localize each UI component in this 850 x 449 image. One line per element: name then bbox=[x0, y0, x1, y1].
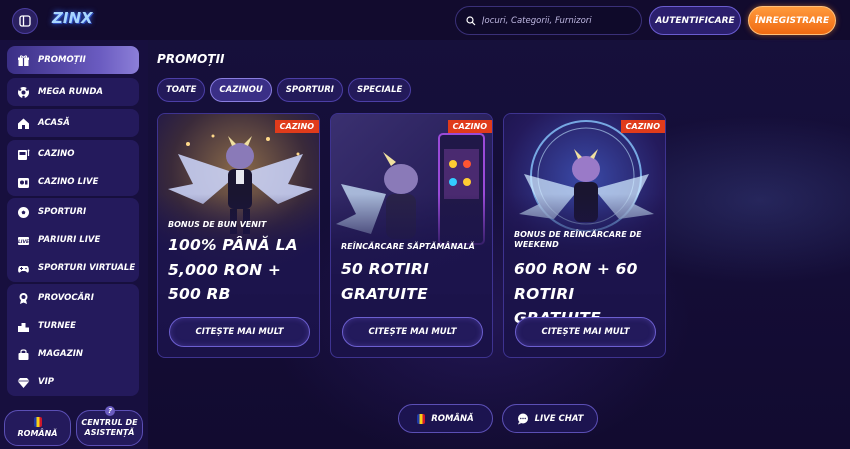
sidebar-toggle-icon bbox=[19, 15, 31, 27]
live-bet-icon: LIVE bbox=[17, 234, 30, 247]
gift-icon bbox=[17, 54, 30, 67]
login-button[interactable]: AUTENTIFICARE bbox=[649, 6, 741, 35]
sidebar-item-magazin[interactable]: MAGAZIN bbox=[7, 340, 139, 368]
card-offer-line: 50 ROTIRI bbox=[341, 260, 429, 278]
card-subtitle: BONUS DE BUN VENIT bbox=[168, 220, 267, 229]
promo-card-welcome[interactable]: CAZINO BONUS DE BUN VENIT 100% PÂNĂ LA 5… bbox=[157, 113, 320, 358]
podium-icon bbox=[17, 320, 30, 333]
sidebar-group-casino: CAZINO CAZINO LIVE bbox=[7, 140, 139, 196]
top-bar: ZINX AUTENTIFICARE ÎNREGISTRARE bbox=[0, 0, 850, 40]
sidebar-item-label: PARIURI LIVE bbox=[38, 235, 101, 245]
card-subtitle: REÎNCĂRCARE SĂPTĂMÂNALĂ bbox=[341, 242, 475, 251]
sidebar-toggle-button[interactable] bbox=[12, 8, 38, 34]
romania-flag-icon bbox=[33, 417, 42, 427]
help-center-button[interactable]: ? CENTRUL DE ASISTENȚĂ bbox=[76, 406, 143, 446]
sidebar-item-label: PROVOCĂRI bbox=[38, 293, 94, 303]
tab-speciale[interactable]: SPECIALE bbox=[347, 78, 412, 102]
sidebar-item-label: SPORTURI bbox=[38, 207, 87, 217]
read-more-button[interactable]: CITEȘTE MAI MULT bbox=[342, 317, 483, 347]
sidebar-item-label: CAZINO bbox=[38, 149, 75, 159]
sidebar-item-label: PROMOȚII bbox=[38, 55, 86, 65]
medal-icon bbox=[17, 292, 30, 305]
sidebar-group-promo: PROMOȚII bbox=[7, 46, 139, 74]
help-label-line1: CENTRUL DE bbox=[81, 418, 138, 427]
card-subtitle: BONUS DE REÎNCĂRCARE DE WEEKEND bbox=[514, 230, 642, 249]
chat-icon bbox=[517, 413, 528, 424]
sidebar-item-vip[interactable]: VIP bbox=[7, 368, 139, 396]
live-chat-button[interactable]: LIVE CHAT bbox=[502, 404, 598, 433]
help-label-line2: ASISTENȚĂ bbox=[84, 428, 135, 437]
sidebar-group-home: ACASĂ bbox=[7, 109, 139, 137]
category-badge: CAZINO bbox=[274, 120, 319, 133]
card-offer-line: 5,000 RON + bbox=[168, 260, 282, 279]
promo-card-weekly-reload[interactable]: CAZINO REÎNCĂRCARE SĂPTĂMÂNALĂ 50 ROTIRI… bbox=[330, 113, 493, 358]
tab-sporturi[interactable]: SPORTURI bbox=[276, 78, 343, 102]
sidebar-item-acasa[interactable]: ACASĂ bbox=[7, 109, 139, 137]
sidebar-item-provocari[interactable]: PROVOCĂRI bbox=[7, 284, 139, 312]
search-icon bbox=[466, 15, 476, 25]
slot-icon bbox=[17, 148, 30, 161]
sidebar-language-label: ROMÂNĂ bbox=[17, 429, 58, 438]
sidebar-item-turnee[interactable]: TURNEE bbox=[7, 312, 139, 340]
logo[interactable]: ZINX bbox=[52, 9, 98, 31]
help-badge: ? bbox=[105, 406, 115, 416]
language-button[interactable]: ROMÂNĂ bbox=[398, 404, 493, 433]
card-offer-line: 600 RON + 60 bbox=[514, 260, 638, 278]
category-badge: CAZINO bbox=[447, 120, 492, 133]
sidebar: PROMOȚII MEGA RUNDA ACASĂ CAZINO CAZINO … bbox=[0, 40, 148, 449]
search-input[interactable] bbox=[482, 15, 632, 26]
sidebar-group-extras: PROVOCĂRI TURNEE MAGAZIN VIP bbox=[7, 284, 139, 396]
card-offer: 100% PÂNĂ LA 5,000 RON + 500 RB bbox=[168, 233, 318, 307]
sidebar-item-sporturi-virtuale[interactable]: SPORTURI VIRTUALE bbox=[7, 254, 139, 282]
sidebar-item-sporturi[interactable]: SPORTURI bbox=[7, 198, 139, 226]
page-title: PROMOȚII bbox=[157, 52, 225, 66]
sidebar-group-mega: MEGA RUNDA bbox=[7, 78, 139, 106]
home-icon bbox=[17, 117, 30, 130]
tab-toate[interactable]: TOATE bbox=[157, 78, 206, 102]
live-casino-icon bbox=[17, 176, 30, 189]
sidebar-item-label: CAZINO LIVE bbox=[38, 177, 99, 187]
category-badge: CAZINO bbox=[620, 120, 665, 133]
sidebar-item-cazino-live[interactable]: CAZINO LIVE bbox=[7, 168, 139, 196]
sidebar-item-label: ACASĂ bbox=[38, 118, 70, 128]
search-bar[interactable] bbox=[455, 6, 642, 35]
card-offer-line: 100% PÂNĂ LA bbox=[168, 236, 298, 254]
shop-icon bbox=[17, 348, 30, 361]
live-chat-label: LIVE CHAT bbox=[534, 413, 584, 424]
read-more-button[interactable]: CITEȘTE MAI MULT bbox=[169, 317, 310, 347]
promo-tabs: TOATE CAZINOU SPORTURI SPECIALE bbox=[157, 78, 412, 102]
sidebar-item-promotii[interactable]: PROMOȚII bbox=[7, 46, 139, 74]
gamepad-icon bbox=[17, 262, 30, 275]
tab-cazinou[interactable]: CAZINOU bbox=[210, 78, 272, 102]
card-offer: 50 ROTIRI GRATUITE bbox=[341, 257, 491, 306]
sidebar-item-cazino[interactable]: CAZINO bbox=[7, 140, 139, 168]
sidebar-item-label: VIP bbox=[38, 377, 54, 387]
sidebar-item-label: SPORTURI VIRTUALE bbox=[38, 263, 136, 273]
card-offer-line: GRATUITE bbox=[341, 284, 428, 303]
romania-flag-icon bbox=[417, 413, 426, 424]
sidebar-item-mega-runda[interactable]: MEGA RUNDA bbox=[7, 78, 139, 106]
register-button[interactable]: ÎNREGISTRARE bbox=[748, 6, 836, 35]
sidebar-item-pariuri-live[interactable]: LIVE PARIURI LIVE bbox=[7, 226, 139, 254]
diamond-icon bbox=[17, 376, 30, 389]
read-more-button[interactable]: CITEȘTE MAI MULT bbox=[515, 317, 656, 347]
ball-icon bbox=[17, 86, 30, 99]
language-label: ROMÂNĂ bbox=[431, 413, 474, 424]
sidebar-language-button[interactable]: ROMÂNĂ bbox=[4, 410, 71, 446]
sidebar-item-label: MAGAZIN bbox=[38, 349, 84, 359]
soccer-icon bbox=[17, 206, 30, 219]
svg-text:LIVE: LIVE bbox=[18, 239, 30, 245]
sidebar-item-label: MEGA RUNDA bbox=[38, 87, 103, 97]
promo-card-weekend-reload[interactable]: CAZINO BONUS DE REÎNCĂRCARE DE WEEKEND 6… bbox=[503, 113, 666, 358]
card-offer-line: 500 RB bbox=[168, 285, 231, 303]
sidebar-group-sports: SPORTURI LIVE PARIURI LIVE SPORTURI VIRT… bbox=[7, 198, 139, 282]
sidebar-item-label: TURNEE bbox=[38, 321, 76, 331]
